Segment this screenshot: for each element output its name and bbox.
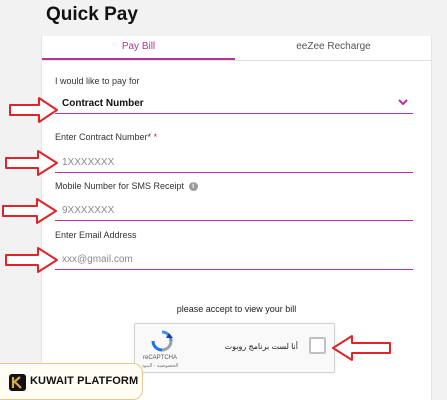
pay-for-selected-value: Contract Number [62,98,144,109]
email-label: Enter Email Address [55,230,137,240]
recaptcha-logo-icon [151,330,173,352]
red-arrow-icon [5,150,58,176]
recaptcha-checkbox[interactable] [309,337,326,354]
kuwait-platform-text: KUWAIT PLATFORM [30,375,139,387]
red-arrow-icon [5,247,58,273]
tab-divider [42,60,431,61]
mobile-number-placeholder: 9XXXXXXX [62,205,115,216]
mobile-number-input[interactable]: 9XXXXXXX [55,201,413,221]
contract-number-input[interactable]: 1XXXXXXX [55,153,413,173]
red-arrow-icon [2,198,57,224]
email-placeholder: xxx@gmail.com [62,254,133,265]
red-arrow-icon [332,335,391,361]
mobile-number-label: Mobile Number for SMS Receipt i [55,181,198,192]
page-title: Quick Pay [46,4,138,25]
kuwait-platform-badge: KUWAIT PLATFORM [0,363,143,400]
recaptcha-brand: reCAPTCHA [142,355,177,361]
contract-number-label: Enter Contract Number* * [55,132,157,142]
recaptcha-label: أنا لست برنامج روبوت [224,342,298,351]
recaptcha-terms[interactable]: الخصوصية - البنود [138,363,182,369]
kuwait-platform-logo-icon [9,374,26,391]
recaptcha-widget: reCAPTCHA الخصوصية - البنود أنا لست برنا… [134,323,335,373]
pay-for-label: I would like to pay for [55,76,140,86]
info-icon[interactable]: i [188,182,198,192]
mobile-number-label-text: Mobile Number for SMS Receipt [55,181,185,191]
required-mark: * [153,132,158,142]
pay-for-select[interactable]: Contract Number [55,94,413,114]
tab-pay-bill[interactable]: Pay Bill [42,36,235,60]
contract-number-label-text: Enter Contract Number* [55,132,152,142]
email-input[interactable]: xxx@gmail.com [55,250,413,270]
red-arrow-icon [9,97,58,123]
tab-bar: Pay Bill eeZee Recharge [42,36,431,60]
accept-instruction: please accept to view your bill [176,304,297,314]
chevron-down-icon [398,99,408,106]
tab-eezee-recharge[interactable]: eeZee Recharge [235,36,432,58]
contract-number-placeholder: 1XXXXXXX [62,157,115,168]
